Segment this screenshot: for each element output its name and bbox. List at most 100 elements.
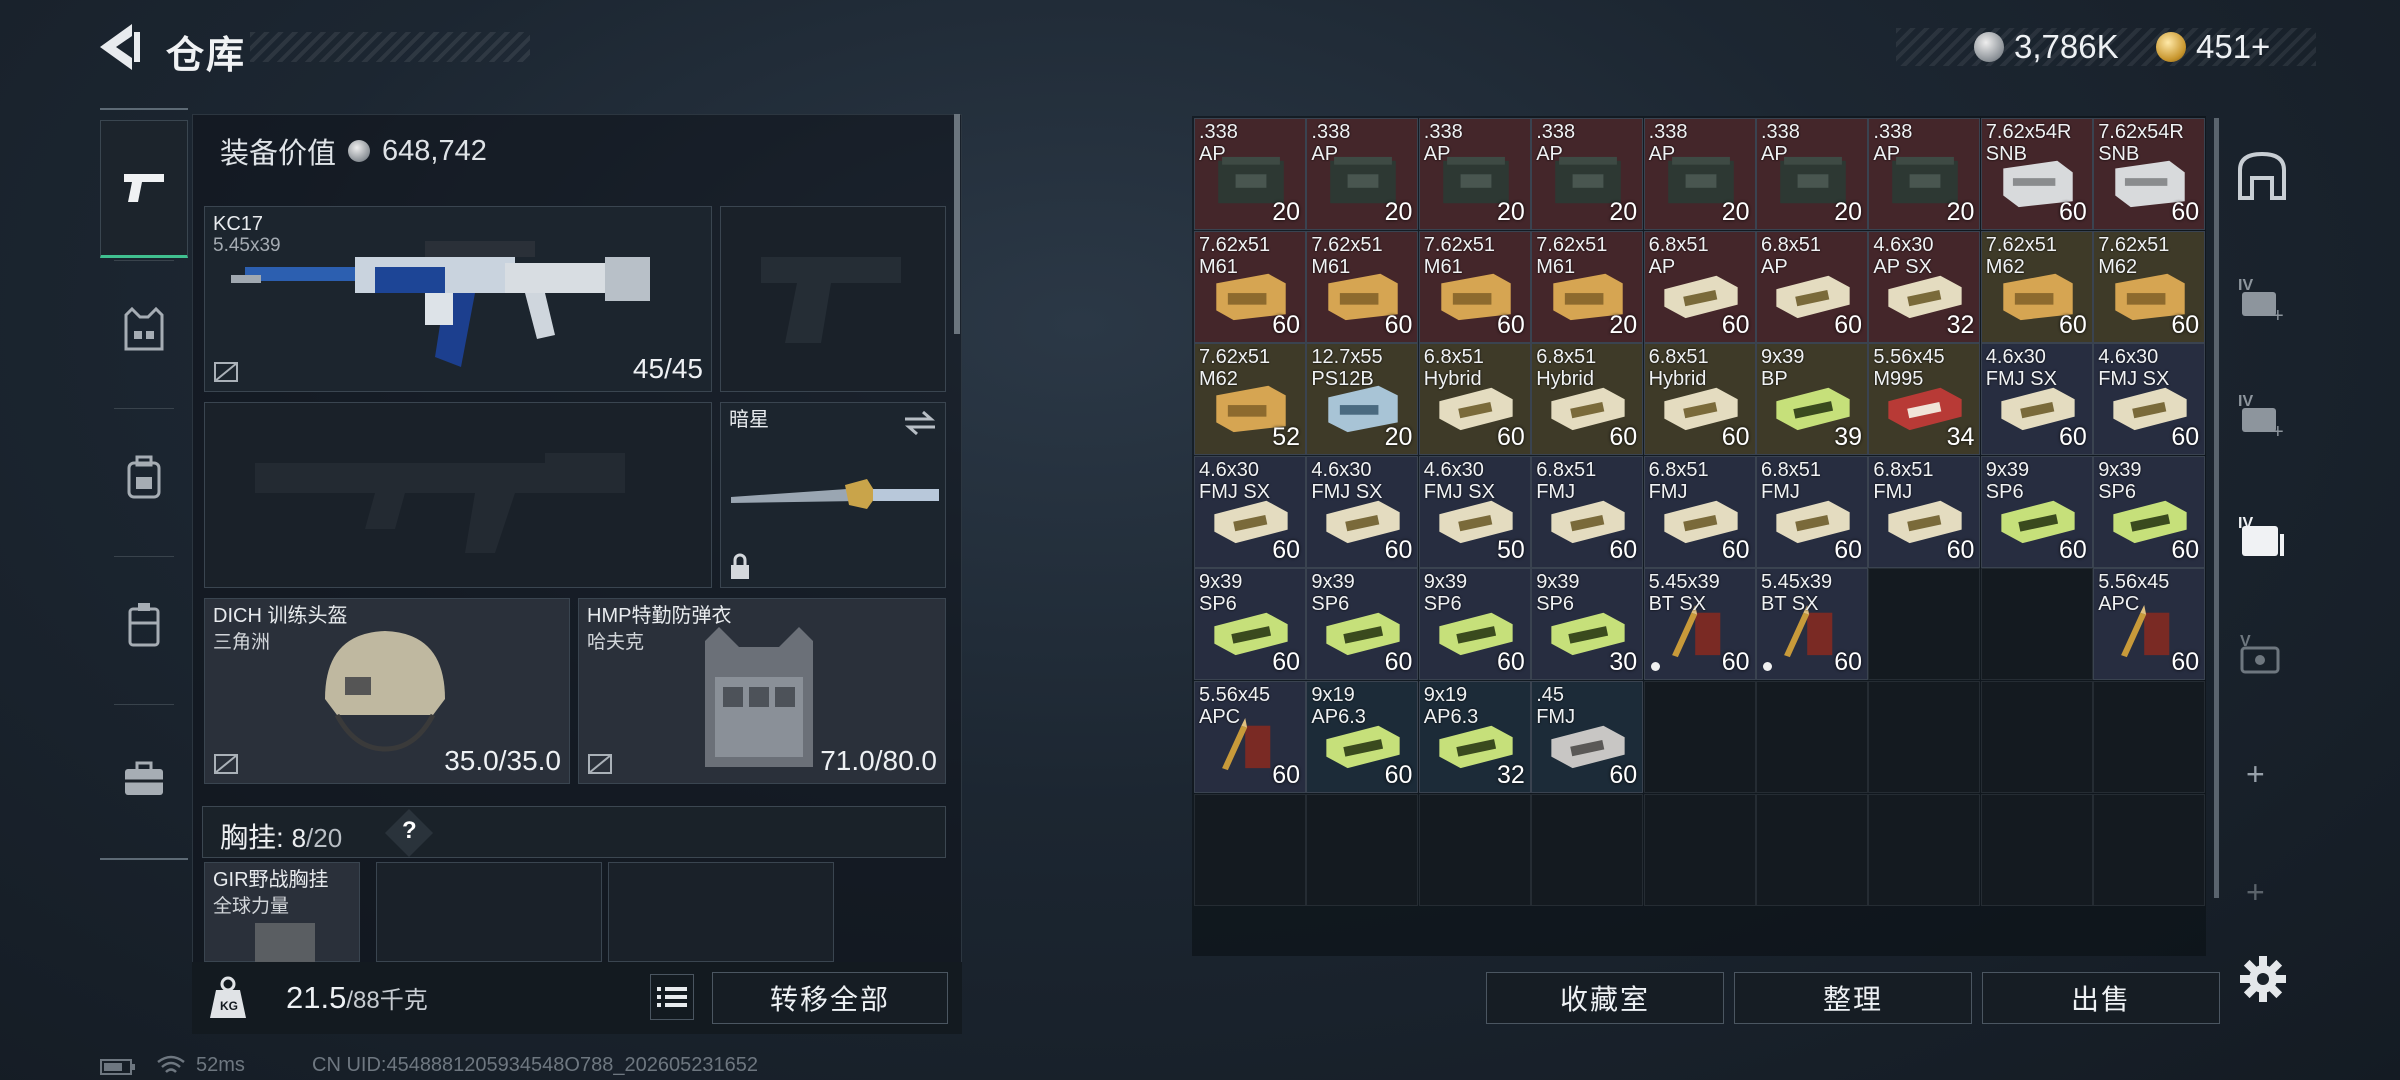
item-quantity: 60 xyxy=(1609,535,1638,564)
inventory-item[interactable]: 9x19 AP6.3 32 xyxy=(1418,681,1531,793)
inventory-item[interactable]: 7.62x51 M62 52 xyxy=(1194,343,1306,456)
inventory-item[interactable]: 5.56x45 APC 60 xyxy=(1194,681,1306,793)
secondary-weapon-slot[interactable] xyxy=(204,402,712,588)
list-view-button[interactable] xyxy=(650,974,694,1020)
swap-icon[interactable] xyxy=(903,409,937,437)
item-quantity: 20 xyxy=(1384,198,1413,226)
inventory-item[interactable]: 7.62x54R SNB 60 xyxy=(2093,118,2206,230)
inventory-item[interactable]: .338 AP 20 xyxy=(1756,118,1868,230)
inventory-item[interactable]: 6.8x51 AP 60 xyxy=(1756,230,1868,343)
add-case-icon[interactable]: + xyxy=(2246,756,2265,793)
chest-rig-slot[interactable]: GIR野战胸挂 全球力量 xyxy=(204,862,360,963)
inventory-item[interactable]: 6.8x51 FMJ 60 xyxy=(1756,455,1868,568)
inventory-item[interactable]: 7.62x51 M61 60 xyxy=(1306,230,1419,343)
sort-button[interactable]: 整理 xyxy=(1734,972,1972,1024)
gold-currency-value: 451+ xyxy=(2196,28,2271,65)
helmet-slot[interactable]: DICH 训练头盔 三角洲 35.0/35.0 xyxy=(204,598,570,784)
inventory-item[interactable]: 4.6x30 FMJ SX 50 xyxy=(1418,455,1531,568)
inventory-empty-cell[interactable] xyxy=(1643,681,1756,793)
case-iv-selected-icon[interactable]: IV xyxy=(2236,510,2288,562)
inventory-item[interactable]: 6.8x51 Hybrid 60 xyxy=(1643,343,1756,456)
rig-pocket-slot[interactable] xyxy=(376,862,602,962)
inventory-item[interactable]: .338 AP 20 xyxy=(1643,118,1756,230)
sell-button[interactable]: 出售 xyxy=(1982,972,2220,1024)
armor-slot[interactable]: HMP特勤防弹衣 哈夫克 71.0/80.0 xyxy=(578,598,946,784)
loadout-scrollbar[interactable] xyxy=(954,114,960,334)
inventory-item[interactable]: 7.62x51 M61 60 xyxy=(1194,230,1306,343)
case-v-locked-icon[interactable]: V xyxy=(2236,628,2288,680)
inventory-empty-cell[interactable] xyxy=(1531,793,1644,906)
inventory-item[interactable]: 9x39 SP6 60 xyxy=(1306,568,1419,681)
inventory-item[interactable]: 6.8x51 FMJ 60 xyxy=(1868,455,1981,568)
inventory-item[interactable]: 7.62x54R SNB 60 xyxy=(1980,118,2093,230)
case-tab[interactable] xyxy=(100,710,188,848)
inventory-item[interactable]: .338 AP 20 xyxy=(1531,118,1644,230)
inventory-scrollbar[interactable] xyxy=(2214,118,2219,898)
inventory-empty-cell[interactable] xyxy=(1418,793,1531,906)
settings-gear-icon[interactable] xyxy=(2238,954,2288,1004)
inventory-item[interactable]: 7.62x51 M61 60 xyxy=(1418,230,1531,343)
lock-icon xyxy=(731,553,749,579)
inventory-item[interactable]: 4.6x30 FMJ SX 60 xyxy=(2093,343,2206,456)
inventory-empty-cell[interactable] xyxy=(1980,793,2093,906)
gold-currency[interactable]: 451+ xyxy=(2156,24,2270,70)
inventory-empty-cell[interactable] xyxy=(1194,793,1306,906)
inventory-empty-cell[interactable] xyxy=(1868,793,1981,906)
back-arrow-icon[interactable] xyxy=(96,22,142,72)
safe-box-icon[interactable] xyxy=(2236,150,2288,202)
inventory-empty-cell[interactable] xyxy=(1868,681,1981,793)
inventory-item[interactable]: 4.6x30 FMJ SX 60 xyxy=(1980,343,2093,456)
inventory-item[interactable]: 6.8x51 Hybrid 60 xyxy=(1418,343,1531,456)
inventory-item[interactable]: 9x39 SP6 30 xyxy=(1531,568,1644,681)
transfer-all-button[interactable]: 转移全部 xyxy=(712,972,948,1024)
expand-case-iv-icon[interactable]: IV + xyxy=(2236,388,2288,440)
inventory-empty-cell[interactable] xyxy=(1643,793,1756,906)
inventory-item[interactable]: .338 AP 20 xyxy=(1306,118,1419,230)
inventory-empty-cell[interactable] xyxy=(1868,568,1981,681)
inventory-item[interactable]: .338 AP 20 xyxy=(1418,118,1531,230)
inventory-item[interactable]: 4.6x30 FMJ SX 60 xyxy=(1194,455,1306,568)
inventory-item[interactable]: 4.6x30 AP SX 32 xyxy=(1868,230,1981,343)
inventory-item[interactable]: 7.62x51 M62 60 xyxy=(2093,230,2206,343)
inventory-item[interactable]: 6.8x51 FMJ 60 xyxy=(1643,455,1756,568)
armor-tab[interactable] xyxy=(100,260,188,398)
inventory-item[interactable]: 9x39 SP6 60 xyxy=(1194,568,1306,681)
inventory-item[interactable]: 6.8x51 FMJ 60 xyxy=(1531,455,1644,568)
chest-rig-tab[interactable] xyxy=(100,556,188,694)
inventory-item[interactable]: 6.8x51 AP 60 xyxy=(1643,230,1756,343)
inventory-item[interactable]: 9x39 SP6 60 xyxy=(1418,568,1531,681)
inventory-empty-cell[interactable] xyxy=(2093,681,2206,793)
inventory-item[interactable]: 9x19 AP6.3 60 xyxy=(1306,681,1419,793)
rig-pocket-slot[interactable] xyxy=(608,862,834,962)
inventory-item[interactable]: .338 AP 20 xyxy=(1194,118,1306,230)
expand-case-iv-icon[interactable]: IV + xyxy=(2236,272,2288,324)
inventory-item[interactable]: 9x39 SP6 60 xyxy=(2093,455,2206,568)
inventory-empty-cell[interactable] xyxy=(2093,793,2206,906)
inventory-item[interactable]: 5.56x45 M995 34 xyxy=(1868,343,1981,456)
inventory-item[interactable]: 5.45x39 BT SX 60 xyxy=(1643,568,1756,681)
inventory-item[interactable]: 5.56x45 APC 60 xyxy=(2093,568,2206,681)
melee-slot[interactable]: 暗星 xyxy=(720,402,946,588)
inventory-empty-cell[interactable] xyxy=(1306,793,1419,906)
backpack-tab[interactable] xyxy=(100,408,188,546)
inventory-item[interactable]: 6.8x51 Hybrid 60 xyxy=(1531,343,1644,456)
silver-currency[interactable]: 3,786K xyxy=(1974,24,2119,70)
inventory-item[interactable]: 5.45x39 BT SX 60 xyxy=(1756,568,1868,681)
add-case-icon[interactable]: + xyxy=(2246,874,2265,911)
inventory-empty-cell[interactable] xyxy=(1980,681,2093,793)
inventory-item[interactable]: 4.6x30 FMJ SX 60 xyxy=(1306,455,1419,568)
inventory-empty-cell[interactable] xyxy=(1980,568,2093,681)
inventory-item[interactable]: .45 FMJ 60 xyxy=(1531,681,1644,793)
sidearm-slot[interactable] xyxy=(720,206,946,392)
inventory-item[interactable]: 7.62x51 M61 20 xyxy=(1531,230,1644,343)
inventory-item[interactable]: 12.7x55 PS12B 20 xyxy=(1306,343,1419,456)
inventory-item[interactable]: .338 AP 20 xyxy=(1868,118,1981,230)
inventory-empty-cell[interactable] xyxy=(1756,793,1868,906)
inventory-empty-cell[interactable] xyxy=(1756,681,1868,793)
inventory-item[interactable]: 9x39 SP6 60 xyxy=(1980,455,2093,568)
inventory-item[interactable]: 9x39 BP 39 xyxy=(1756,343,1868,456)
weapon-tab[interactable] xyxy=(100,120,188,258)
inventory-item[interactable]: 7.62x51 M62 60 xyxy=(1980,230,2093,343)
primary-weapon-slot[interactable]: KC17 5.45x39 45/45 xyxy=(204,206,712,392)
collection-room-button[interactable]: 收藏室 xyxy=(1486,972,1724,1024)
